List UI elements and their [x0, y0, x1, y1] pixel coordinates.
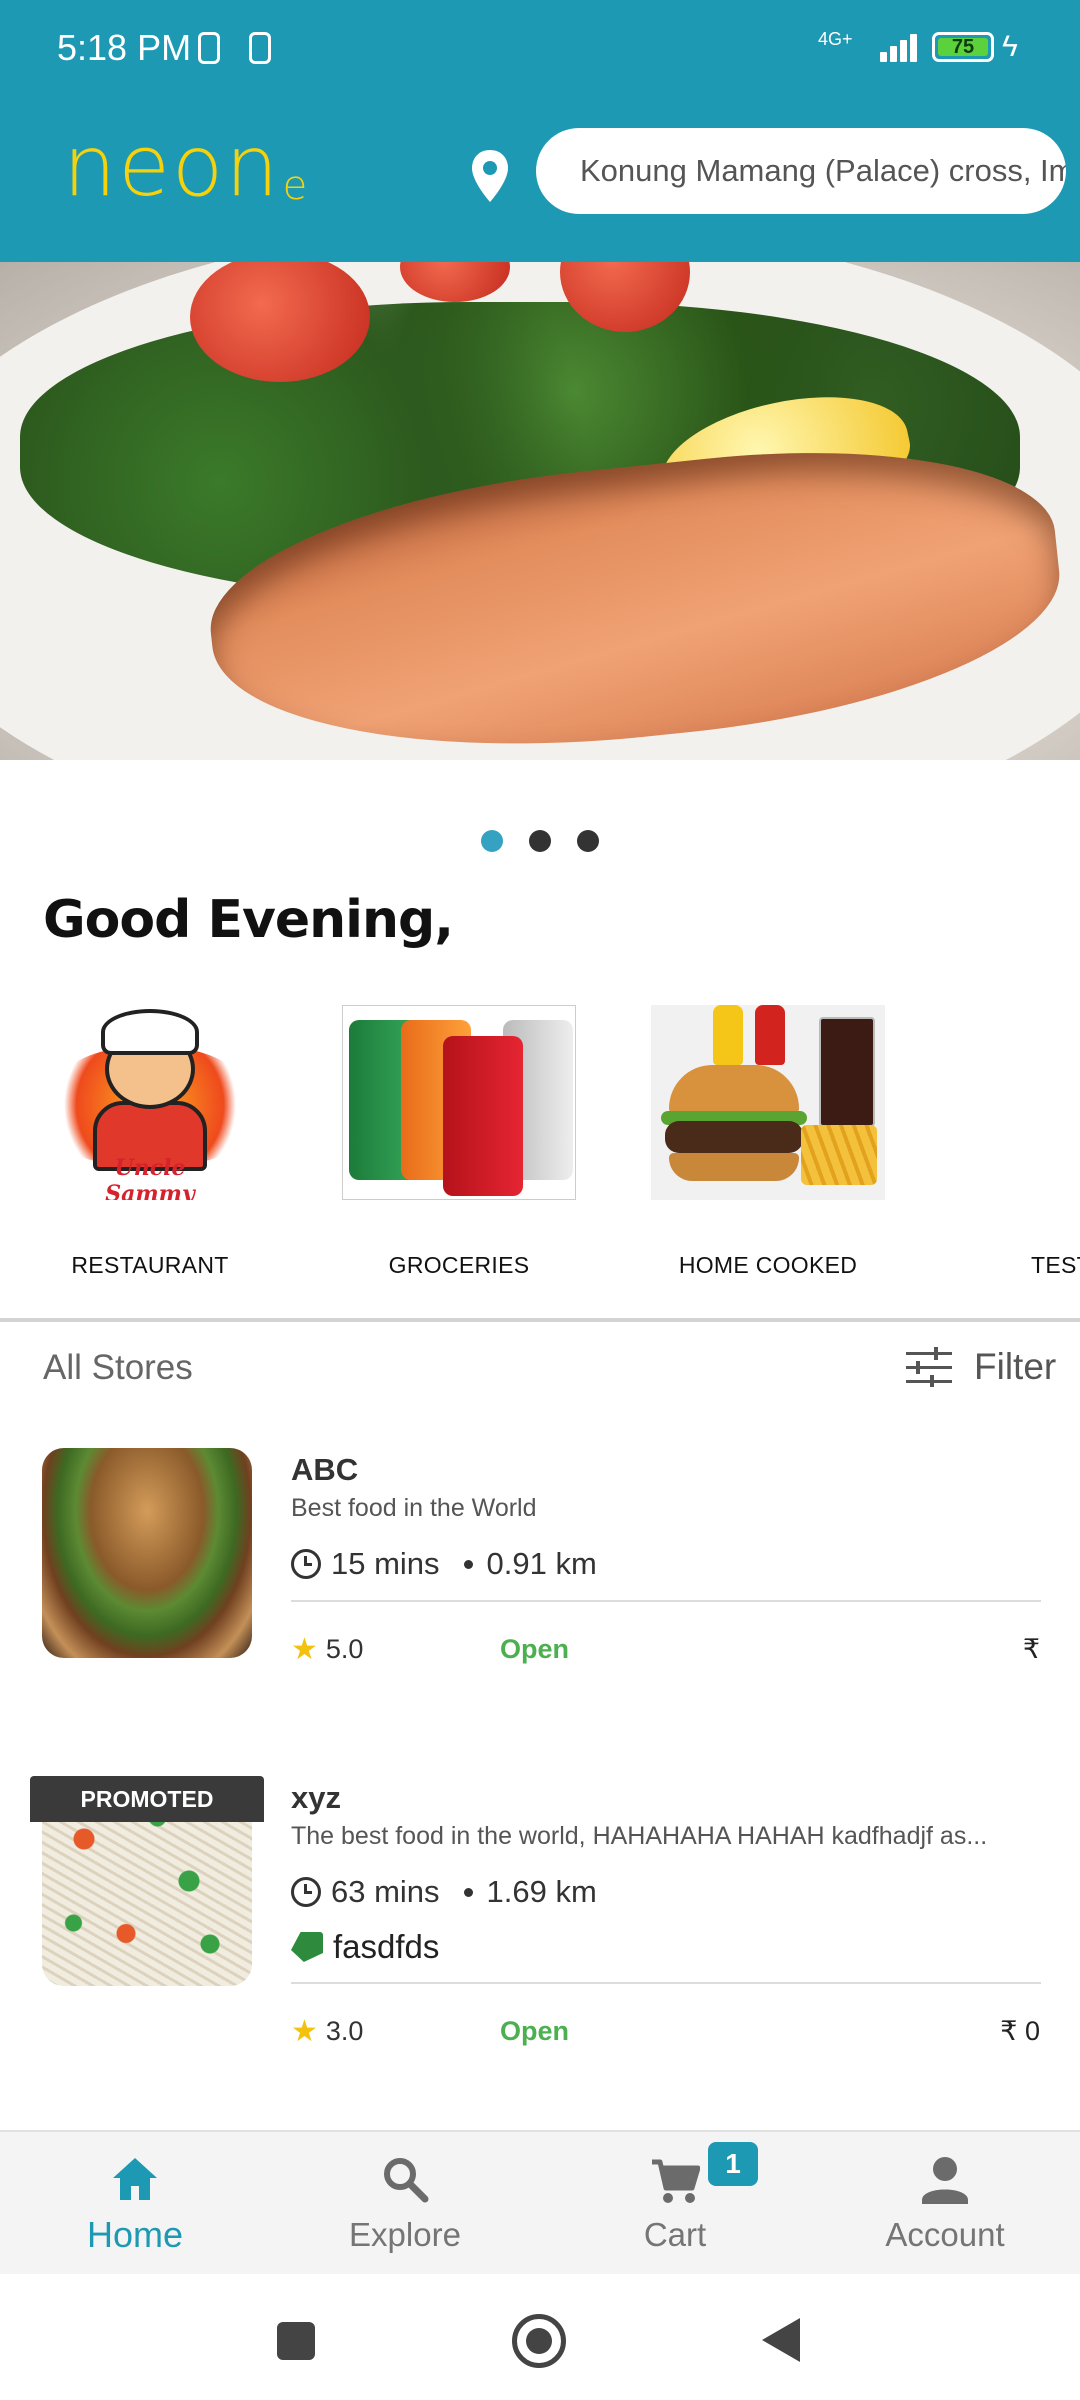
store-status: Open	[500, 2016, 570, 2046]
status-time: 5:18 PM	[57, 27, 192, 68]
card-divider	[291, 1600, 1041, 1602]
charging-icon: ϟ	[1002, 30, 1018, 63]
delivery-time: 15 mins	[331, 1546, 440, 1581]
cart-icon	[652, 2159, 700, 2203]
account-icon	[922, 2157, 968, 2204]
rating-value: 3.0	[325, 2016, 364, 2046]
nav-explore[interactable]: Explore	[270, 2132, 540, 2276]
store-name: xyz	[291, 1780, 341, 1815]
carousel-dot[interactable]	[529, 830, 551, 852]
carousel-dot[interactable]	[577, 830, 599, 852]
app-header: 5:18 PM 4G+ 75 ϟ NEONe	[0, 0, 1080, 262]
store-rating: ★ 5.0	[291, 1632, 363, 1667]
category-test[interactable]: TEST	[947, 1005, 1080, 1279]
test-category-image	[960, 1005, 1080, 1200]
section-divider	[0, 1318, 1080, 1322]
carousel-dot[interactable]	[481, 830, 503, 852]
promo-banner-image[interactable]	[0, 262, 1080, 760]
restaurant-logo: Uncle Sammy	[33, 1005, 267, 1200]
home-system-button[interactable]	[512, 2314, 566, 2368]
store-rating: ★ 3.0	[291, 2014, 363, 2049]
back-button[interactable]	[762, 2318, 800, 2362]
cart-count-badge: 1	[708, 2142, 758, 2186]
store-price: ₹	[1022, 1634, 1040, 1664]
filter-label: Filter	[974, 1346, 1057, 1387]
bottom-navigation: Home Explore 1 Cart Account	[0, 2130, 1080, 2274]
promoted-badge: PROMOTED	[30, 1776, 264, 1822]
battery-level: 75	[938, 37, 988, 57]
nav-label: Cart	[643, 2216, 707, 2253]
groceries-image	[342, 1005, 576, 1200]
offer-text: fasdfds	[333, 1928, 440, 1965]
status-bar: 5:18 PM 4G+ 75 ϟ	[0, 0, 1080, 96]
separator-dot	[463, 1559, 473, 1569]
clock-icon	[291, 1877, 321, 1907]
brand-logo[interactable]: NEONe	[63, 124, 310, 209]
store-description: The best food in the world, HAHAHAHA HAH…	[291, 1822, 988, 1850]
brand-suffix: e	[282, 163, 310, 209]
clock-icon	[291, 1549, 321, 1579]
recent-apps-button[interactable]	[277, 2322, 315, 2360]
nav-label: Account	[885, 2216, 1005, 2253]
notification-icon	[249, 32, 271, 64]
location-pin-icon[interactable]	[470, 148, 510, 204]
store-offer: fasdfds	[291, 1928, 439, 1966]
search-icon	[384, 2158, 429, 2203]
section-title: All Stores	[43, 1348, 193, 1387]
store-thumbnail	[42, 1448, 252, 1658]
star-icon: ★	[291, 1633, 318, 1666]
category-label: RESTAURANT	[71, 1252, 229, 1278]
notification-icon	[198, 32, 220, 64]
category-groceries[interactable]: GROCERIES	[329, 1005, 589, 1279]
nav-label: Explore	[349, 2216, 461, 2253]
store-meta: 15 mins 0.91 km	[291, 1546, 597, 1582]
nav-cart[interactable]: 1 Cart	[540, 2132, 810, 2276]
category-restaurant[interactable]: Uncle Sammy RESTAURANT	[20, 1005, 280, 1279]
battery-icon: 75	[932, 32, 994, 62]
rating-value: 5.0	[325, 1634, 364, 1664]
nav-account[interactable]: Account	[810, 2132, 1080, 2276]
nav-home[interactable]: Home	[0, 2132, 270, 2276]
location-field[interactable]	[536, 128, 1066, 214]
delivery-time: 63 mins	[331, 1874, 440, 1909]
category-label: GROCERIES	[388, 1252, 530, 1278]
separator-dot	[463, 1887, 473, 1897]
category-label: HOME COOKED	[678, 1252, 858, 1278]
store-price: ₹ 0	[1000, 2016, 1040, 2046]
store-meta: 63 mins 1.69 km	[291, 1874, 597, 1910]
star-icon: ★	[291, 2015, 318, 2048]
brand-name: NEON	[63, 117, 281, 215]
signal-icon	[880, 30, 924, 62]
home-cooked-image	[651, 1005, 885, 1200]
store-name: ABC	[291, 1452, 359, 1487]
offer-tag-icon	[291, 1932, 323, 1962]
home-icon	[113, 2158, 157, 2200]
filter-button[interactable]: Filter	[906, 1342, 1056, 1392]
greeting-title: Good Evening,	[43, 890, 454, 950]
filter-sliders-icon	[906, 1347, 952, 1387]
location-input[interactable]	[580, 153, 1066, 189]
store-status: Open	[500, 1634, 570, 1664]
card-divider	[291, 1982, 1041, 1984]
category-label: TEST	[1031, 1252, 1080, 1278]
category-carousel[interactable]: Uncle Sammy RESTAURANT GROCERIES HOME CO…	[0, 1005, 1080, 1305]
system-navigation-bar	[0, 2274, 1080, 2400]
restaurant-logo-text: Uncle Sammy	[105, 1155, 195, 1200]
carousel-indicator	[0, 830, 1080, 852]
store-distance: 0.91 km	[486, 1546, 597, 1581]
category-home-cooked[interactable]: HOME COOKED	[638, 1005, 898, 1279]
store-distance: 1.69 km	[486, 1874, 597, 1909]
network-type: 4G+	[818, 29, 853, 49]
nav-label: Home	[86, 2214, 184, 2255]
store-description: Best food in the World	[291, 1494, 537, 1522]
